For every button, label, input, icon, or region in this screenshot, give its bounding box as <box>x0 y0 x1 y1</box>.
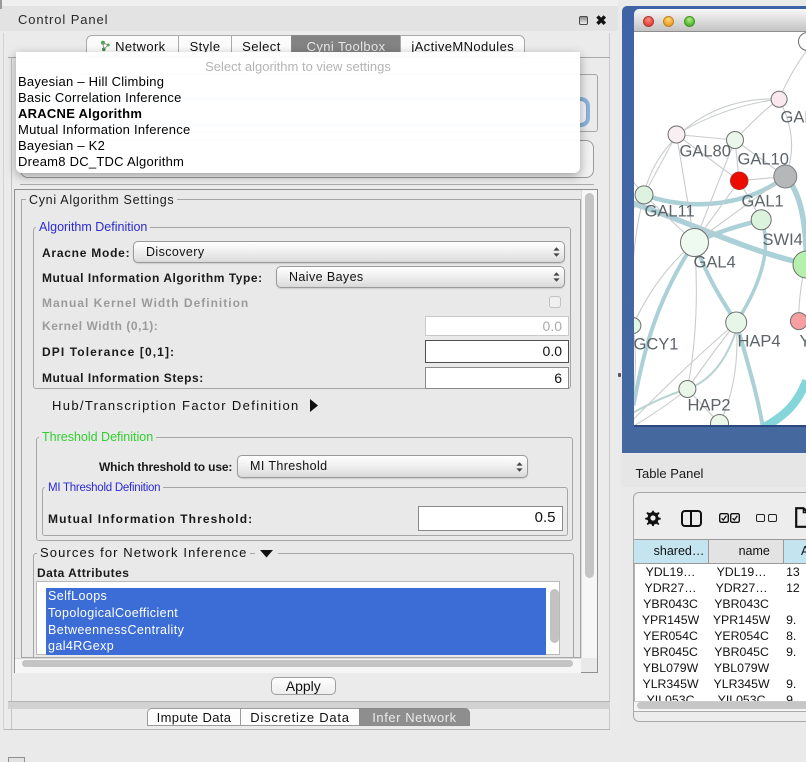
svg-text:GAL11: GAL11 <box>644 202 694 220</box>
svg-text:HAP2: HAP2 <box>687 396 730 414</box>
svg-text:SWI4: SWI4 <box>762 231 802 249</box>
svg-text:GCY1: GCY1 <box>634 335 678 353</box>
svg-text:GAL: GAL <box>780 108 806 126</box>
svg-text:HAP4: HAP4 <box>737 332 780 350</box>
svg-text:Y: Y <box>799 332 806 350</box>
svg-text:GAL80: GAL80 <box>679 142 730 160</box>
svg-text:GAL10: GAL10 <box>737 150 788 168</box>
svg-text:GAL1: GAL1 <box>741 192 783 210</box>
svg-text:GAL4: GAL4 <box>693 253 735 271</box>
